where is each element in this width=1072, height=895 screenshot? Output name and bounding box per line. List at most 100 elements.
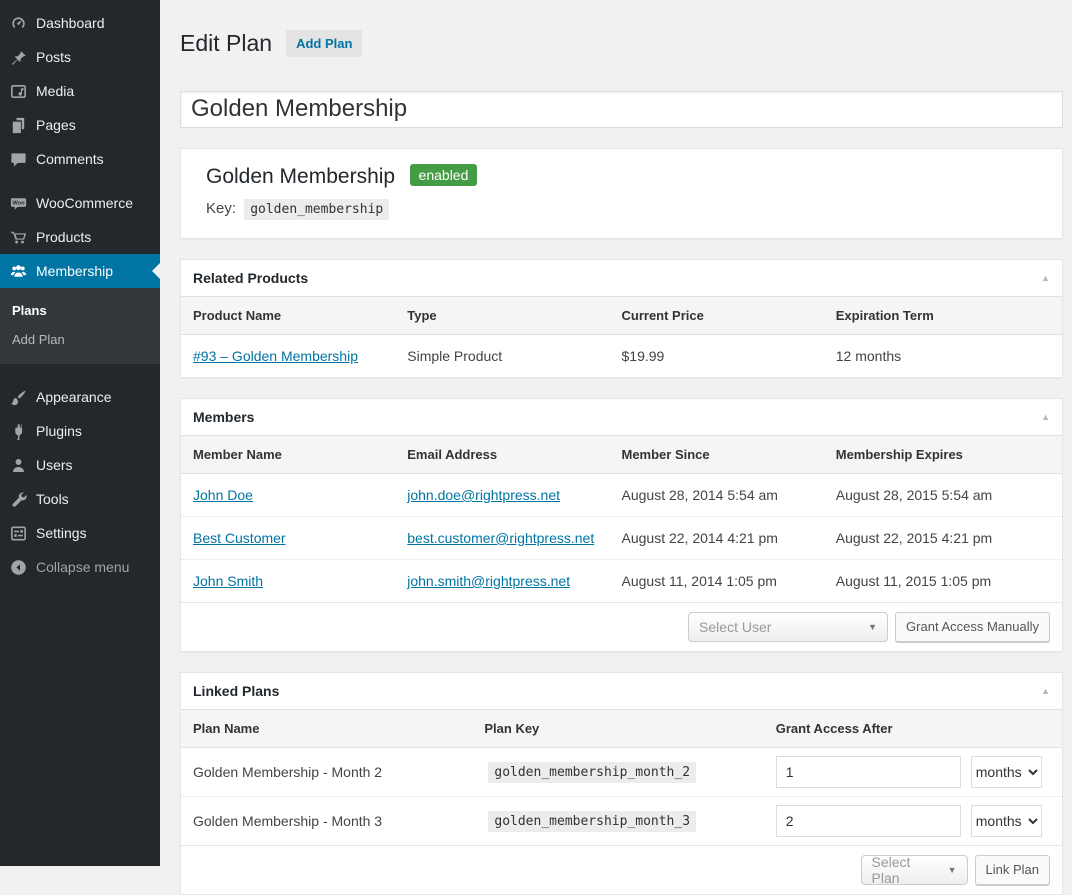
sidebar-item-label: Appearance <box>36 389 112 405</box>
table-row: Best Customer best.customer@rightpress.n… <box>181 516 1062 559</box>
table-row: John Doe john.doe@rightpress.net August … <box>181 474 1062 516</box>
column-header: Current Price <box>622 308 836 323</box>
linked-plan-name: Golden Membership - Month 2 <box>193 764 484 780</box>
media-icon <box>8 81 28 101</box>
members-title: Members <box>193 409 254 425</box>
member-name-link[interactable]: John Smith <box>193 573 263 589</box>
sidebar-item-label: Dashboard <box>36 15 105 31</box>
sidebar-item-label: Posts <box>36 49 71 65</box>
table-row: Golden Membership - Month 3 golden_membe… <box>181 796 1062 845</box>
linked-plans-column-headers: Plan Name Plan Key Grant Access After <box>181 709 1062 748</box>
table-row: Golden Membership - Month 2 golden_membe… <box>181 748 1062 796</box>
grant-access-after-input[interactable] <box>776 805 961 837</box>
woocommerce-icon: Woo <box>8 193 28 213</box>
collapse-menu-button[interactable]: Collapse menu <box>0 550 160 584</box>
members-header[interactable]: Members ▲ <box>181 399 1062 435</box>
linked-plans-title: Linked Plans <box>193 683 279 699</box>
plan-key-label: Key: <box>206 200 236 217</box>
page-header: Edit Plan Add Plan <box>180 13 1063 74</box>
sidebar-item-users[interactable]: Users <box>0 448 160 482</box>
sidebar-item-label: Plugins <box>36 423 82 439</box>
member-email-link[interactable]: best.customer@rightpress.net <box>407 530 594 546</box>
sidebar-item-label: Products <box>36 229 91 245</box>
membership-icon <box>8 261 28 281</box>
dashboard-icon <box>8 13 28 33</box>
select-user-dropdown[interactable]: Select User ▼ <box>688 612 888 642</box>
sidebar-item-label: Media <box>36 83 74 99</box>
appearance-icon <box>8 387 28 407</box>
select-user-placeholder: Select User <box>699 619 771 635</box>
select-plan-dropdown[interactable]: Select Plan ▼ <box>861 855 968 885</box>
plugins-icon <box>8 421 28 441</box>
plan-title-input[interactable] <box>180 91 1063 128</box>
submenu-item-plans[interactable]: Plans <box>0 296 160 325</box>
sidebar-item-media[interactable]: Media <box>0 74 160 108</box>
collapse-menu-icon <box>8 557 28 577</box>
collapse-triangle-icon[interactable]: ▲ <box>1041 273 1050 283</box>
sidebar-item-dashboard[interactable]: Dashboard <box>0 6 160 40</box>
membership-expires: August 28, 2015 5:54 am <box>836 487 1050 503</box>
column-header: Product Name <box>193 308 407 323</box>
svg-text:Woo: Woo <box>12 200 25 206</box>
column-header: Email Address <box>407 447 621 462</box>
sidebar-item-appearance[interactable]: Appearance <box>0 380 160 414</box>
plan-summary-card: Golden Membership enabled Key: golden_me… <box>180 148 1063 239</box>
sidebar-item-label: Membership <box>36 263 113 279</box>
pages-icon <box>8 115 28 135</box>
column-header: Plan Key <box>484 721 775 736</box>
member-email-link[interactable]: john.smith@rightpress.net <box>407 573 570 589</box>
sidebar-item-label: WooCommerce <box>36 195 133 211</box>
grant-access-manually-button[interactable]: Grant Access Manually <box>895 612 1050 642</box>
sidebar-item-label: Settings <box>36 525 87 541</box>
comments-icon <box>8 149 28 169</box>
collapse-triangle-icon[interactable]: ▲ <box>1041 686 1050 696</box>
product-type: Simple Product <box>407 348 621 364</box>
members-column-headers: Member Name Email Address Member Since M… <box>181 435 1062 474</box>
main-content: Edit Plan Add Plan Golden Membership ena… <box>160 0 1072 866</box>
add-plan-button[interactable]: Add Plan <box>286 30 362 57</box>
sidebar-separator <box>0 176 160 186</box>
members-panel: Members ▲ Member Name Email Address Memb… <box>180 398 1063 652</box>
product-price: $19.99 <box>622 348 836 364</box>
grant-access-unit-select[interactable]: months <box>971 756 1042 788</box>
member-name-link[interactable]: Best Customer <box>193 530 286 546</box>
sidebar-item-products[interactable]: Products <box>0 220 160 254</box>
member-since: August 11, 2014 1:05 pm <box>622 573 836 589</box>
sidebar-item-pages[interactable]: Pages <box>0 108 160 142</box>
linked-plans-header[interactable]: Linked Plans ▲ <box>181 673 1062 709</box>
plan-key-row: Key: golden_membership <box>206 200 1037 217</box>
sidebar-item-membership[interactable]: Membership <box>0 254 160 288</box>
submenu-item-add-plan[interactable]: Add Plan <box>0 325 160 354</box>
users-icon <box>8 455 28 475</box>
linked-plan-key: golden_membership_month_3 <box>488 811 696 832</box>
sidebar-item-woocommerce[interactable]: Woo WooCommerce <box>0 186 160 220</box>
related-products-column-headers: Product Name Type Current Price Expirati… <box>181 296 1062 335</box>
column-header: Member Since <box>622 447 836 462</box>
sidebar-item-plugins[interactable]: Plugins <box>0 414 160 448</box>
related-products-header[interactable]: Related Products ▲ <box>181 260 1062 296</box>
member-email-link[interactable]: john.doe@rightpress.net <box>407 487 560 503</box>
column-header: Plan Name <box>193 721 484 736</box>
linked-plan-name: Golden Membership - Month 3 <box>193 813 484 829</box>
page-title: Edit Plan <box>180 28 272 58</box>
grant-access-unit-select[interactable]: months <box>971 805 1042 837</box>
product-link[interactable]: #93 – Golden Membership <box>193 348 358 364</box>
products-icon <box>8 227 28 247</box>
status-badge: enabled <box>410 164 478 186</box>
column-header: Member Name <box>193 447 407 462</box>
sidebar-item-settings[interactable]: Settings <box>0 516 160 550</box>
sidebar-item-posts[interactable]: Posts <box>0 40 160 74</box>
membership-expires: August 11, 2015 1:05 pm <box>836 573 1050 589</box>
linked-plan-key: golden_membership_month_2 <box>488 762 696 783</box>
chevron-down-icon: ▼ <box>948 865 957 875</box>
grant-access-after-input[interactable] <box>776 756 961 788</box>
member-since: August 22, 2014 4:21 pm <box>622 530 836 546</box>
tools-icon <box>8 489 28 509</box>
member-name-link[interactable]: John Doe <box>193 487 253 503</box>
collapse-triangle-icon[interactable]: ▲ <box>1041 412 1050 422</box>
link-plan-button[interactable]: Link Plan <box>975 855 1050 885</box>
sidebar-item-comments[interactable]: Comments <box>0 142 160 176</box>
admin-sidebar: Dashboard Posts Media Pages Comments Woo… <box>0 0 160 866</box>
members-footer: Select User ▼ Grant Access Manually <box>181 602 1062 651</box>
sidebar-item-tools[interactable]: Tools <box>0 482 160 516</box>
